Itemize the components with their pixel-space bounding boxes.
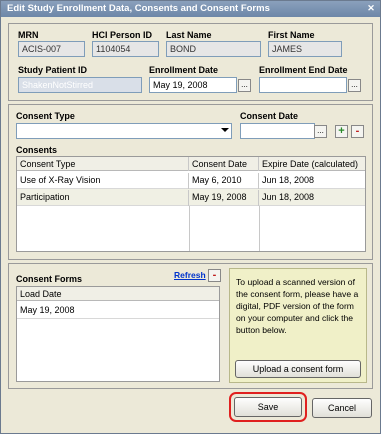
save-button[interactable]: Save xyxy=(234,397,302,417)
col-expire-date[interactable]: Expire Date (calculated) xyxy=(259,157,367,171)
remove-form-button[interactable]: - xyxy=(208,269,221,282)
table-row[interactable]: Use of X-Ray Vision May 6, 2010 Jun 18, … xyxy=(17,172,365,189)
consent-date-field[interactable] xyxy=(240,123,315,139)
consent-forms-table: Load Date May 19, 2008 xyxy=(16,286,220,382)
enrollment-date-label: Enrollment Date xyxy=(149,65,219,75)
enrollment-panel: MRN ACIS-007 HCI Person ID 1104054 Last … xyxy=(8,23,373,101)
consent-type-select[interactable] xyxy=(16,123,232,139)
cell-consent-date: May 19, 2008 xyxy=(189,190,259,206)
last-name-field: BOND xyxy=(166,41,261,57)
enrollment-date-field[interactable]: May 19, 2008 xyxy=(149,77,237,93)
consent-forms-panel: Consent Forms Refresh - Load Date May 19… xyxy=(8,263,373,389)
upload-consent-form-button[interactable]: Upload a consent form xyxy=(235,360,361,378)
upload-note: To upload a scanned version of the conse… xyxy=(229,268,367,383)
col-consent-date[interactable]: Consent Date xyxy=(189,157,259,171)
col-load-date[interactable]: Load Date xyxy=(17,287,221,301)
consent-date-label: Consent Date xyxy=(240,111,299,121)
cell-consent-type: Use of X-Ray Vision xyxy=(17,173,189,189)
window-title: Edit Study Enrollment Data, Consents and… xyxy=(7,3,270,14)
title-bar: Edit Study Enrollment Data, Consents and… xyxy=(1,1,380,17)
forms-header: Load Date xyxy=(17,287,219,301)
enrollment-end-field[interactable] xyxy=(259,77,347,93)
cell-consent-date: May 6, 2010 xyxy=(189,173,259,189)
upload-instructions: To upload a scanned version of the conse… xyxy=(236,277,359,335)
close-icon[interactable]: ✕ xyxy=(365,3,377,15)
chevron-down-icon[interactable] xyxy=(218,125,231,138)
consents-title: Consents xyxy=(16,145,58,155)
consent-date-picker-button[interactable]: ... xyxy=(314,125,327,138)
cell-expire-date: Jun 18, 2008 xyxy=(262,175,315,185)
first-name-field: JAMES xyxy=(268,41,342,57)
table-row[interactable]: May 19, 2008 xyxy=(17,302,219,319)
column-divider xyxy=(189,206,190,251)
table-row[interactable]: Participation May 19, 2008 Jun 18, 2008 xyxy=(17,189,365,206)
mrn-field: ACIS-007 xyxy=(18,41,85,57)
dialog-window: Edit Study Enrollment Data, Consents and… xyxy=(0,0,381,434)
hci-field: 1104054 xyxy=(92,41,159,57)
mrn-label: MRN xyxy=(18,30,39,40)
hci-label: HCI Person ID xyxy=(92,30,153,40)
enrollment-date-picker-button[interactable]: ... xyxy=(238,79,251,92)
refresh-link[interactable]: Refresh xyxy=(174,270,206,280)
consent-forms-title: Consent Forms xyxy=(16,274,83,284)
cancel-button[interactable]: Cancel xyxy=(312,398,372,418)
cell-consent-type: Participation xyxy=(17,190,189,206)
patient-id-label: Study Patient ID xyxy=(18,65,88,75)
remove-consent-button[interactable]: - xyxy=(351,125,364,138)
cell-expire-date: Jun 18, 2008 xyxy=(262,192,315,202)
consents-table: Consent Type Consent Date Expire Date (c… xyxy=(16,156,366,252)
consent-type-label: Consent Type xyxy=(16,111,75,121)
add-consent-button[interactable]: + xyxy=(335,125,348,138)
cell-load-date: May 19, 2008 xyxy=(20,305,75,315)
enrollment-end-picker-button[interactable]: ... xyxy=(348,79,361,92)
consents-panel: Consent Type Consent Date ... + - Consen… xyxy=(8,104,373,260)
patient-id-field[interactable]: ShakenNotStirred xyxy=(18,77,142,93)
consents-header: Consent Type Consent Date Expire Date (c… xyxy=(17,157,365,171)
column-divider xyxy=(259,206,260,251)
col-consent-type[interactable]: Consent Type xyxy=(17,157,189,171)
last-name-label: Last Name xyxy=(166,30,212,40)
enrollment-end-label: Enrollment End Date xyxy=(259,65,348,75)
first-name-label: First Name xyxy=(268,30,315,40)
